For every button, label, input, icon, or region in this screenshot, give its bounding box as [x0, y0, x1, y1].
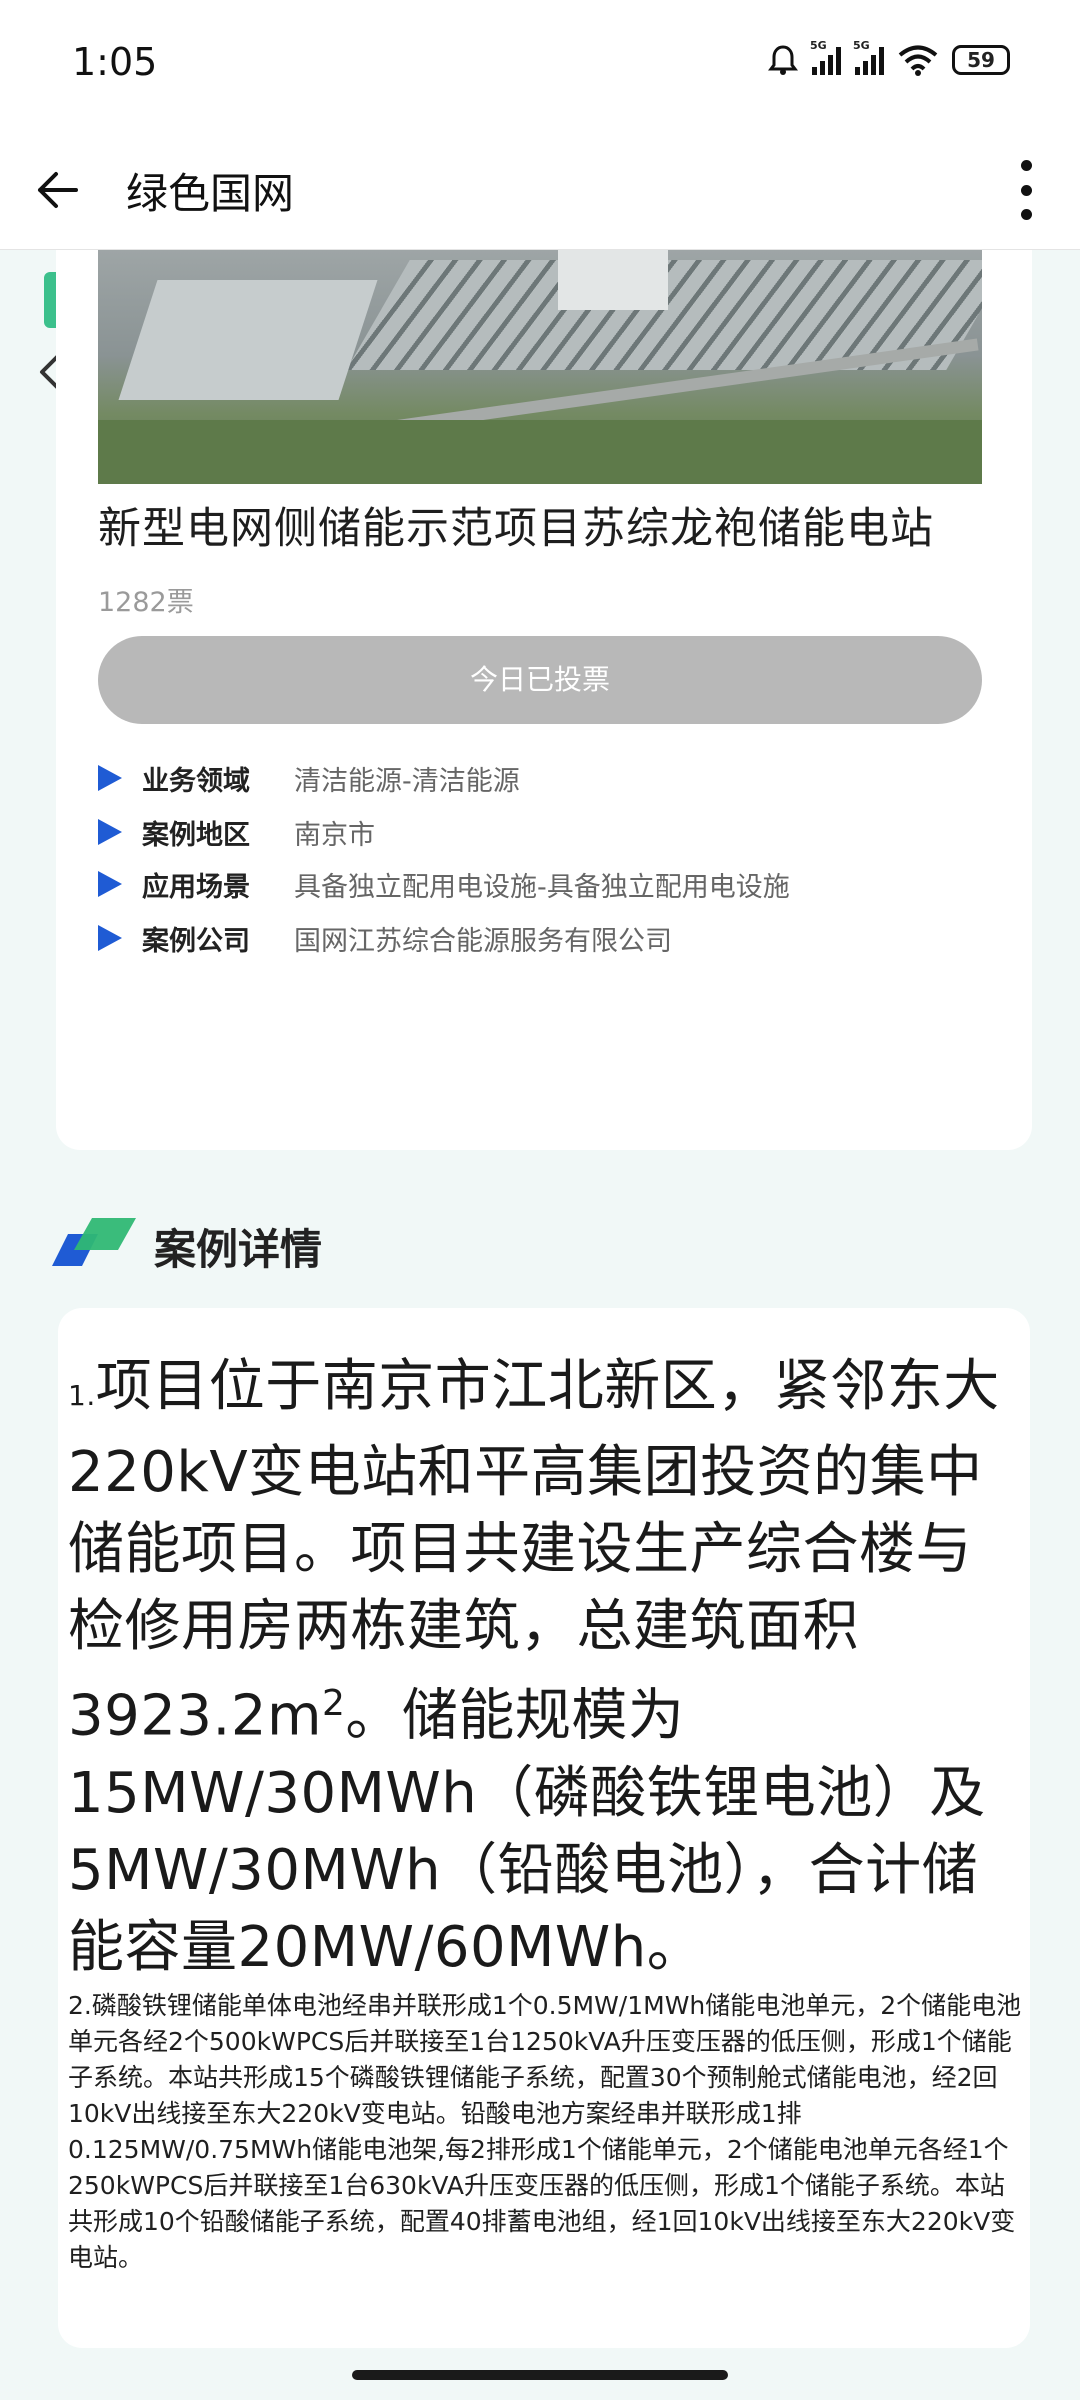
- project-title: 新型电网侧储能示范项目苏综龙袍储能电站: [98, 504, 934, 554]
- info-row-scenario: 应用场景 具备独立配用电设施-具备独立配用电设施: [98, 864, 790, 904]
- status-time: 1:05: [72, 40, 158, 84]
- section-title: 案例详情: [154, 1225, 323, 1274]
- info-value: 南京市: [294, 819, 375, 851]
- wifi-icon: [898, 45, 938, 76]
- notification-bell-icon: [768, 45, 798, 75]
- detail-paragraph-2: 2.磷酸铁锂储能单体电池经串并联形成1个0.5MW/1MWh储能电池单元，2个储…: [68, 1991, 1022, 2272]
- info-value: 国网江苏综合能源服务有限公司: [294, 925, 672, 957]
- case-detail-card: 1.项目位于南京市江北新区，紧邻东大220kV变电站和平高集团投资的集中储能项目…: [58, 1308, 1030, 2348]
- info-value: 具备独立配用电设施-具备独立配用电设施: [294, 871, 790, 903]
- signal-icon-2: 5G: [853, 39, 884, 75]
- section-parallelogram-icon: [52, 1218, 136, 1266]
- status-bar: 1:05 5G 5G 59: [0, 0, 1080, 130]
- page-title: 绿色国网: [126, 169, 295, 218]
- project-photo: [98, 250, 982, 484]
- vote-button[interactable]: 今日已投票: [98, 636, 982, 724]
- triangle-bullet-icon: [98, 871, 122, 897]
- battery-icon: 59: [952, 45, 1010, 75]
- info-label: 业务领域: [142, 765, 250, 797]
- info-row-business-field: 业务领域 清洁能源-清洁能源: [98, 758, 520, 798]
- signal-icon: 5G: [810, 39, 841, 75]
- info-label: 案例公司: [142, 925, 250, 957]
- info-label: 应用场景: [142, 871, 250, 903]
- status-icons: 5G 5G 59: [768, 39, 1010, 76]
- info-label: 案例地区: [142, 819, 250, 851]
- paragraph-number: 1.: [68, 1379, 96, 1412]
- home-indicator[interactable]: [352, 2370, 728, 2380]
- nav-bar: 绿色国网: [0, 130, 1080, 250]
- back-arrow-icon[interactable]: [34, 166, 82, 214]
- info-value: 清洁能源-清洁能源: [294, 765, 520, 797]
- carousel-left-tab: [44, 272, 56, 328]
- vote-count: 1282票: [98, 587, 194, 618]
- triangle-bullet-icon: [98, 819, 122, 845]
- info-row-company: 案例公司 国网江苏综合能源服务有限公司: [98, 918, 672, 958]
- triangle-bullet-icon: [98, 765, 122, 791]
- section-header: 案例详情: [52, 1210, 652, 1274]
- project-card: 新型电网侧储能示范项目苏综龙袍储能电站 1282票 今日已投票 业务领域 清洁能…: [56, 250, 1032, 1150]
- info-row-region: 案例地区 南京市: [98, 812, 375, 852]
- superscript: 2: [322, 1683, 346, 1724]
- more-options-icon[interactable]: [1016, 160, 1036, 220]
- detail-paragraph-1: 1.项目位于南京市江北新区，紧邻东大220kV变电站和平高集团投资的集中储能项目…: [68, 1348, 1028, 1986]
- triangle-bullet-icon: [98, 925, 122, 951]
